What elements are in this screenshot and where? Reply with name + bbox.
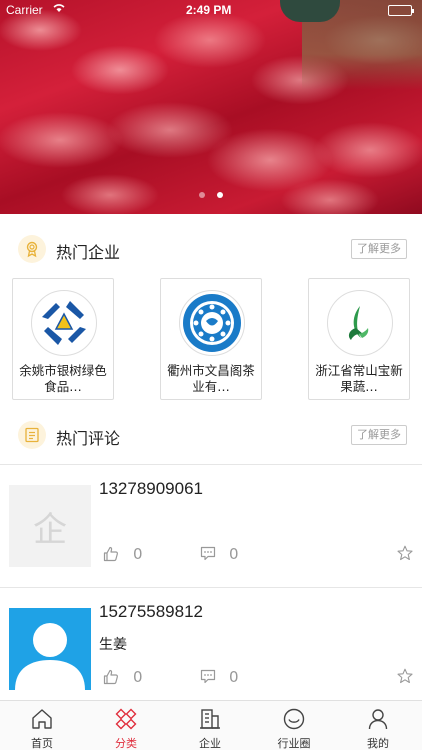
- company-icon: [198, 707, 222, 731]
- star-icon[interactable]: [397, 545, 413, 565]
- award-icon: [18, 235, 46, 263]
- company-name: 余姚市银树绿色食品…: [19, 363, 107, 394]
- comment-author: 13278909061: [99, 479, 204, 498]
- app-screen: Carrier 2:49 PM 热门企业 了解更多 余姚市银树绿色食品… 衢州市…: [0, 0, 422, 750]
- comment-item[interactable]: 企 13278909061 0 0: [0, 465, 422, 587]
- tab-label: 企业: [199, 737, 221, 750]
- status-bar: Carrier 2:49 PM: [0, 0, 422, 20]
- hero-banner[interactable]: Carrier 2:49 PM: [0, 0, 422, 214]
- battery-icon: [388, 5, 414, 16]
- company-logo: [179, 290, 245, 356]
- clock: 2:49 PM: [186, 3, 232, 17]
- company-logo: [327, 290, 393, 356]
- thumbs-up-icon[interactable]: [103, 546, 119, 566]
- tab-profile[interactable]: 我的: [336, 701, 420, 750]
- tab-label: 首页: [31, 737, 53, 750]
- tab-label: 我的: [367, 737, 389, 750]
- banner-pagination[interactable]: [0, 183, 422, 202]
- company-name: 衢州市文昌阁茶业有…: [167, 363, 255, 394]
- avatar-placeholder-text: 企: [33, 509, 67, 550]
- comment-icon[interactable]: [200, 546, 216, 565]
- pagination-dot-active[interactable]: [216, 192, 223, 198]
- avatar: [9, 608, 91, 690]
- hot-companies-header: 热门企业 了解更多: [0, 229, 422, 269]
- tab-label: 分类: [115, 737, 137, 750]
- document-icon: [18, 421, 46, 449]
- home-icon: [30, 707, 54, 731]
- profile-icon: [366, 707, 390, 731]
- tab-industry-circle[interactable]: 行业圈: [252, 701, 336, 750]
- wifi-icon: [52, 2, 66, 16]
- like-count: 0: [133, 668, 143, 686]
- comment-author: 15275589812: [99, 602, 204, 621]
- reply-count: 0: [229, 545, 239, 563]
- tab-home[interactable]: 首页: [0, 701, 84, 750]
- tab-label: 行业圈: [277, 737, 311, 750]
- company-name: 浙江省常山宝新果蔬…: [315, 363, 403, 394]
- tab-company[interactable]: 企业: [168, 701, 252, 750]
- company-card[interactable]: 余姚市银树绿色食品…: [12, 278, 114, 400]
- pagination-dot[interactable]: [199, 192, 206, 198]
- comment-body: 生姜: [99, 637, 127, 653]
- industry-circle-icon: [282, 707, 306, 731]
- hot-companies-more-button[interactable]: 了解更多: [351, 239, 407, 259]
- category-icon: [114, 707, 138, 731]
- carrier-label: Carrier: [6, 3, 43, 17]
- hot-companies-list: 余姚市银树绿色食品… 衢州市文昌阁茶业有… 浙江省常山宝新果蔬…: [0, 278, 422, 402]
- bottom-tab-bar: 首页 分类 企业 行业圈 我的: [0, 700, 422, 750]
- avatar: 企: [9, 485, 91, 567]
- comment-icon[interactable]: [200, 669, 216, 688]
- section-title: 热门评论: [56, 429, 121, 448]
- reply-count: 0: [229, 668, 239, 686]
- star-icon[interactable]: [397, 668, 413, 688]
- hot-comments-more-button[interactable]: 了解更多: [351, 425, 407, 445]
- thumbs-up-icon[interactable]: [103, 669, 119, 689]
- comment-actions: 0 0: [103, 545, 413, 565]
- comment-actions: 0 0: [103, 668, 413, 688]
- hot-comments-header: 热门评论 了解更多: [0, 415, 422, 455]
- company-logo: [31, 290, 97, 356]
- company-card[interactable]: 衢州市文昌阁茶业有…: [160, 278, 262, 400]
- like-count: 0: [133, 545, 143, 563]
- section-title: 热门企业: [56, 243, 121, 262]
- company-card[interactable]: 浙江省常山宝新果蔬…: [308, 278, 410, 400]
- tab-category[interactable]: 分类: [84, 701, 168, 750]
- comment-item[interactable]: 15275589812 生姜 0 0: [0, 588, 422, 710]
